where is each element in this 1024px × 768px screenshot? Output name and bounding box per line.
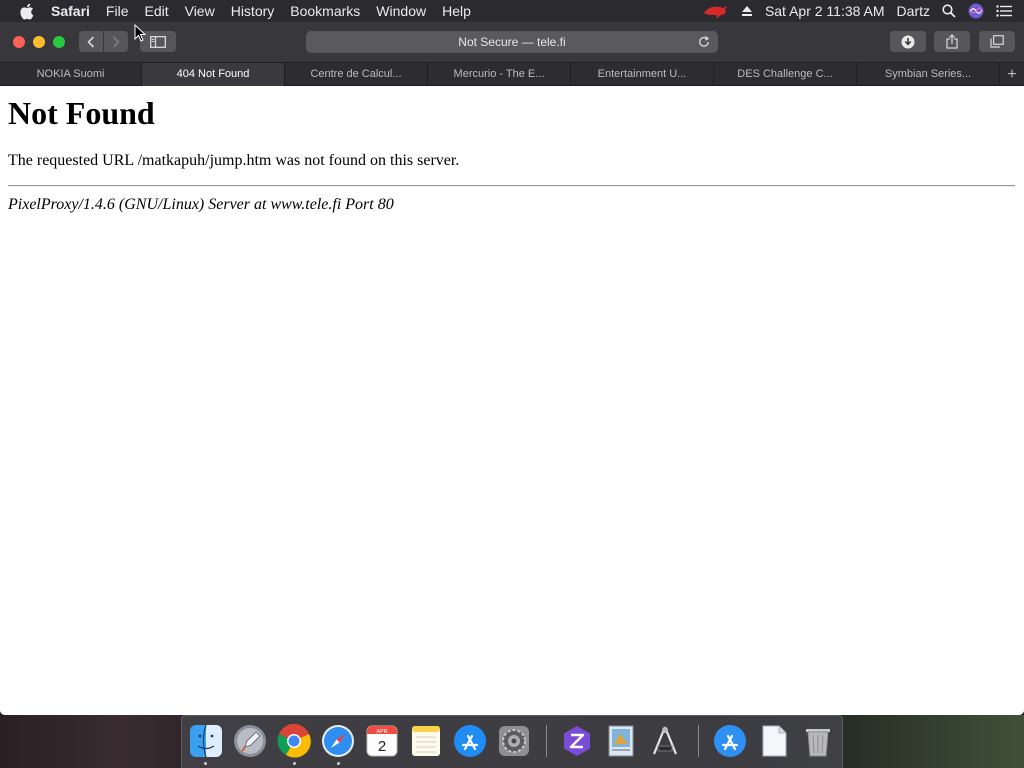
launchpad-icon[interactable] <box>232 723 268 759</box>
web-page-content: Not Found The requested URL /matkapuh/ju… <box>0 86 1024 715</box>
app-store-downloads-icon[interactable] <box>712 723 748 759</box>
zoom-window-button[interactable] <box>53 36 65 48</box>
notification-center-icon[interactable] <box>996 5 1012 17</box>
server-signature: PixelProxy/1.4.6 (GNU/Linux) Server at w… <box>8 196 394 213</box>
sidebar-icon <box>150 35 166 48</box>
calendar-day: 2 <box>378 738 386 755</box>
mouse-pointer-icon <box>134 24 146 42</box>
menu-edit[interactable]: Edit <box>136 0 176 22</box>
apple-icon[interactable] <box>19 3 35 20</box>
show-all-tabs-button[interactable] <box>979 31 1015 52</box>
calendar-icon[interactable]: APR 2 <box>364 723 400 759</box>
app-store-icon[interactable] <box>452 723 488 759</box>
menu-bar-extras: Sat Apr 2 11:38 AM Dartz <box>703 0 1024 22</box>
siri-icon[interactable] <box>968 3 984 19</box>
tabs-overview-icon <box>990 35 1004 48</box>
menu-help[interactable]: Help <box>434 0 479 22</box>
tab-404-not-found[interactable]: 404 Not Found <box>142 63 285 86</box>
tab-des-challenge[interactable]: DES Challenge C... <box>714 63 857 86</box>
dock-separator <box>546 725 547 757</box>
calendar-month: APR <box>376 729 387 735</box>
share-button[interactable] <box>934 31 970 52</box>
eject-icon[interactable] <box>741 5 753 17</box>
safari-icon[interactable] <box>320 723 356 759</box>
error-message: The requested URL /matkapuh/jump.htm was… <box>8 152 460 169</box>
menu-user[interactable]: Dartz <box>897 3 930 19</box>
menu-history[interactable]: History <box>223 0 283 22</box>
minimize-window-button[interactable] <box>33 36 45 48</box>
divider <box>8 185 1015 187</box>
tab-entertainment[interactable]: Entertainment U... <box>571 63 714 86</box>
system-preferences-icon[interactable] <box>496 723 532 759</box>
spotlight-search-icon[interactable] <box>942 4 956 18</box>
menu-bookmarks[interactable]: Bookmarks <box>282 0 368 22</box>
chevron-left-icon <box>87 35 95 48</box>
share-icon <box>946 34 958 49</box>
tab-centre-de-calcul[interactable]: Centre de Calcul... <box>285 63 428 86</box>
tab-nokia-suomi[interactable]: NOKIA Suomi <box>0 63 142 86</box>
reload-icon[interactable] <box>696 34 712 50</box>
back-button[interactable] <box>79 31 103 52</box>
chevron-right-icon <box>112 35 120 48</box>
tab-mercurio[interactable]: Mercurio - The E... <box>428 63 571 86</box>
dock-separator <box>698 725 699 757</box>
chrome-icon[interactable] <box>276 723 312 759</box>
document-icon[interactable] <box>756 723 792 759</box>
notes-icon[interactable] <box>408 723 444 759</box>
window-toolbar: Not Secure — tele.fi <box>0 22 1024 62</box>
running-indicator <box>337 762 340 765</box>
dock: APR 2 <box>181 715 843 768</box>
trash-icon[interactable] <box>800 723 836 759</box>
dolphin-icon[interactable] <box>703 3 729 19</box>
preview-icon[interactable] <box>603 723 639 759</box>
forward-button[interactable] <box>104 31 128 52</box>
download-icon <box>901 35 915 48</box>
downloads-button[interactable] <box>890 31 926 52</box>
xcode-instruments-icon[interactable] <box>647 723 683 759</box>
zed-icon[interactable] <box>559 723 595 759</box>
new-tab-button[interactable]: + <box>1000 63 1024 86</box>
running-indicator <box>293 762 296 765</box>
tab-symbian-series[interactable]: Symbian Series... <box>857 63 1000 86</box>
running-indicator <box>204 762 207 765</box>
safari-window: Not Secure — tele.fi NOKIA Suomi 404 Not… <box>0 22 1024 715</box>
address-text: Not Secure — tele.fi <box>458 35 566 49</box>
menu-app-name[interactable]: Safari <box>43 0 98 22</box>
menu-view[interactable]: View <box>177 0 223 22</box>
tab-bar: NOKIA Suomi 404 Not Found Centre de Calc… <box>0 62 1024 86</box>
close-window-button[interactable] <box>13 36 25 48</box>
finder-icon[interactable] <box>188 723 224 759</box>
menu-window[interactable]: Window <box>368 0 434 22</box>
page-title: Not Found <box>8 95 155 131</box>
menu-clock[interactable]: Sat Apr 2 11:38 AM <box>765 3 885 19</box>
address-bar[interactable]: Not Secure — tele.fi <box>306 31 718 53</box>
menu-file[interactable]: File <box>98 0 137 22</box>
